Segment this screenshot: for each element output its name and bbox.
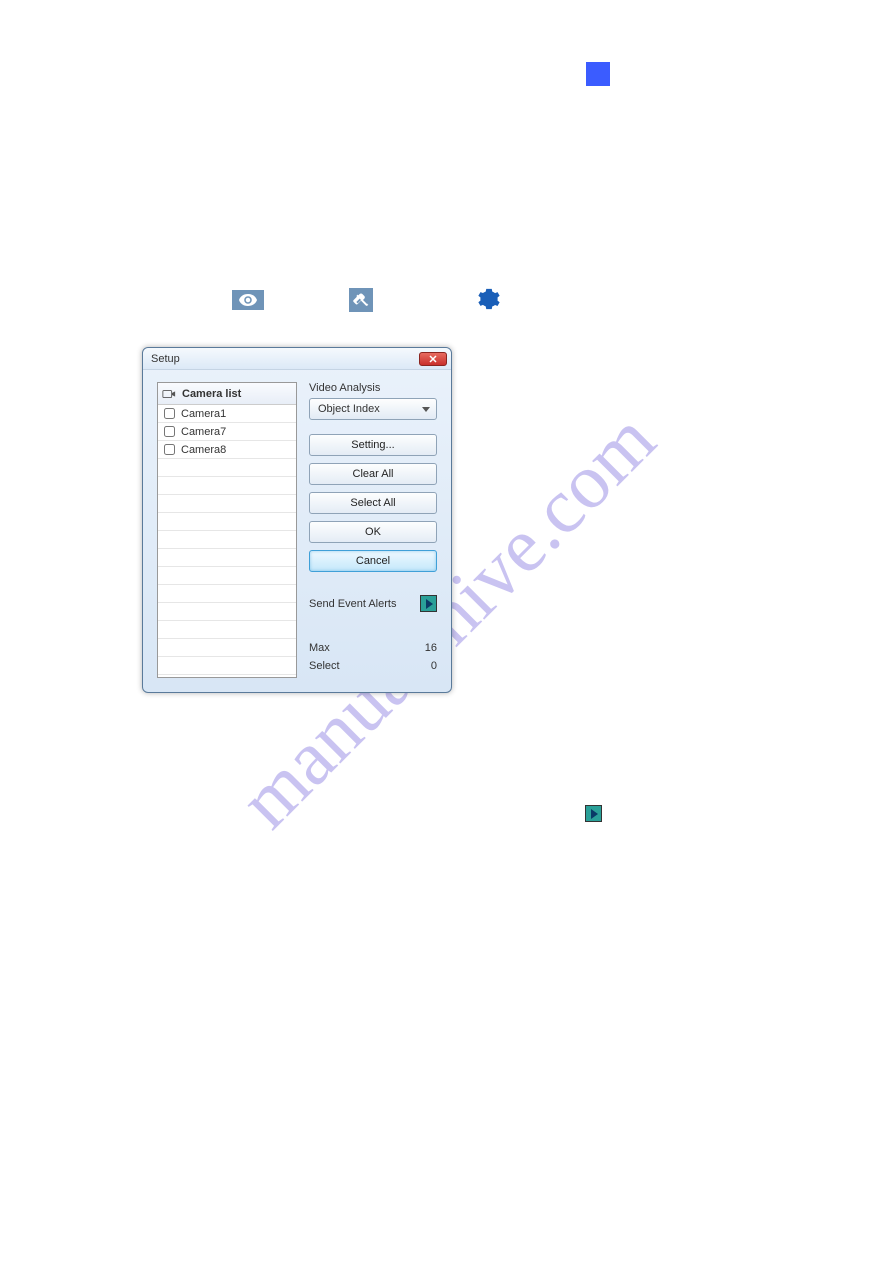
setting-button[interactable]: Setting... <box>309 434 437 456</box>
max-label: Max <box>309 642 330 654</box>
camera-checkbox[interactable] <box>164 408 175 419</box>
camera-row-empty <box>158 657 296 675</box>
camera-row-empty <box>158 549 296 567</box>
dialog-titlebar: Setup <box>143 348 451 370</box>
camera-row-empty <box>158 567 296 585</box>
camera-row-empty <box>158 531 296 549</box>
camera-row-empty <box>158 639 296 657</box>
max-value: 16 <box>425 642 437 654</box>
select-value: 0 <box>431 660 437 672</box>
dialog-title: Setup <box>151 353 180 365</box>
camera-row-empty <box>158 459 296 477</box>
camera-row-empty <box>158 477 296 495</box>
eye-icon <box>232 290 264 310</box>
camera-row-empty <box>158 513 296 531</box>
camera-checkbox[interactable] <box>164 444 175 455</box>
camera-label: Camera7 <box>181 426 226 438</box>
select-row: Select 0 <box>309 660 437 672</box>
camera-row-empty <box>158 585 296 603</box>
clear-all-button[interactable]: Clear All <box>309 463 437 485</box>
camera-checkbox[interactable] <box>164 426 175 437</box>
dropdown-value: Object Index <box>318 403 380 415</box>
camera-label: Camera8 <box>181 444 226 456</box>
dialog-right-column: Video Analysis Object Index Setting... C… <box>309 382 437 678</box>
close-button[interactable] <box>419 352 447 366</box>
cancel-button[interactable]: Cancel <box>309 550 437 572</box>
camera-row-empty <box>158 621 296 639</box>
max-row: Max 16 <box>309 642 437 654</box>
send-event-alerts-button[interactable] <box>420 595 437 612</box>
play-icon <box>585 805 602 822</box>
camera-list-panel: Camera list Camera1 Camera7 Camera8 <box>157 382 297 678</box>
video-analysis-dropdown[interactable]: Object Index <box>309 398 437 420</box>
page-marker <box>586 62 610 86</box>
camera-row[interactable]: Camera1 <box>158 405 296 423</box>
chevron-down-icon <box>422 407 430 412</box>
camera-list-header: Camera list <box>158 383 296 405</box>
send-event-alerts-row: Send Event Alerts <box>309 595 437 612</box>
select-label: Select <box>309 660 340 672</box>
select-all-button[interactable]: Select All <box>309 492 437 514</box>
video-analysis-label: Video Analysis <box>309 382 437 394</box>
camera-row-empty <box>158 495 296 513</box>
camera-row[interactable]: Camera8 <box>158 441 296 459</box>
ok-button[interactable]: OK <box>309 521 437 543</box>
setup-dialog: Setup Camera list Camera1 Camera7 Camera… <box>142 347 452 693</box>
camera-label: Camera1 <box>181 408 226 420</box>
dialog-body: Camera list Camera1 Camera7 Camera8 <box>143 370 451 692</box>
camera-row-empty <box>158 603 296 621</box>
camera-row[interactable]: Camera7 <box>158 423 296 441</box>
camera-list-label: Camera list <box>182 388 241 400</box>
tools-icon <box>349 288 373 312</box>
gear-icon <box>477 287 501 311</box>
send-event-alerts-label: Send Event Alerts <box>309 598 396 610</box>
